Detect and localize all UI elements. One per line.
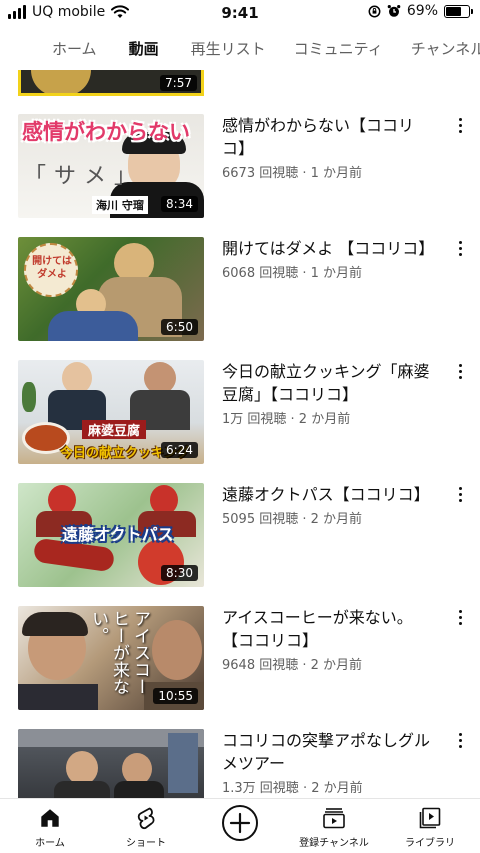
alarm-icon <box>387 5 401 17</box>
video-title[interactable]: 今日の献立クッキング「麻婆豆腐」【ココリコ】 <box>222 360 432 406</box>
thumbnail-overlay-text: 開けては ダメよ <box>32 256 72 280</box>
video-title[interactable]: 感情がわからない【ココリコ】 <box>222 114 432 160</box>
tab-home[interactable]: ホーム <box>52 30 97 66</box>
nav-shorts[interactable]: ショート <box>98 805 194 849</box>
video-info: 遠藤オクトパス【ココリコ】 5095 回視聴 · 2 か月前 <box>222 483 432 527</box>
tab-playlists[interactable]: 再生リスト <box>191 30 266 66</box>
duration-badge: 7:57 <box>160 75 197 91</box>
video-meta: 6068 回視聴 · 1 か月前 <box>222 266 363 281</box>
video-thumbnail-partial[interactable]: 7:57 <box>18 70 204 96</box>
tab-channels[interactable]: チャンネル <box>411 30 480 66</box>
battery-percent: 69% <box>406 3 438 19</box>
nav-library-label: ライブラリ <box>405 838 455 849</box>
video-info: 開けてはダメよ 【ココリコ】 6068 回視聴 · 1 か月前 <box>222 237 434 281</box>
video-thumbnail[interactable] <box>18 729 204 798</box>
video-title[interactable]: ココリコの突撃アポなしグルメツアー <box>222 729 432 775</box>
orientation-lock-icon <box>368 5 381 17</box>
battery-icon <box>444 4 473 18</box>
video-item[interactable]: 遠藤オクトパス 8:30 遠藤オクトパス【ココリコ】 5095 回視聴 · 2 … <box>0 483 480 589</box>
status-right: 69% <box>368 3 473 19</box>
more-options-icon[interactable] <box>452 610 468 630</box>
thumbnail-overlay-text: 麻婆豆腐 <box>82 420 147 439</box>
nav-subscriptions[interactable]: 登録チャンネル <box>286 805 382 849</box>
tab-community[interactable]: コミュニティ <box>294 30 383 66</box>
video-item[interactable]: アイスコーヒーが来ない。 10:55 アイスコーヒーが来ない。【ココリコ】 96… <box>0 606 480 712</box>
duration-badge: 10:55 <box>153 688 198 704</box>
nav-subscriptions-label: 登録チャンネル <box>299 838 369 849</box>
video-item[interactable]: 麻婆豆腐 今日の献立クッキング 6:24 今日の献立クッキング「麻婆豆腐」【ココ… <box>0 360 480 466</box>
bottom-navigation: ホーム ショート 登録チャンネル ライブラリ <box>0 798 480 853</box>
nav-home-label: ホーム <box>35 838 65 849</box>
library-icon <box>419 807 441 829</box>
video-meta: 1.3万 回視聴 · 2 か月前 <box>222 781 363 796</box>
nav-create[interactable] <box>192 803 288 846</box>
video-info: ココリコの突撃アポなしグルメツアー 1.3万 回視聴 · 2 か月前 <box>222 729 432 796</box>
thumbnail-overlay-text: 遠藤オクトパス <box>62 525 174 544</box>
video-meta: 5095 回視聴 · 2 か月前 <box>222 512 363 527</box>
duration-badge: 6:24 <box>161 442 198 458</box>
more-options-icon[interactable] <box>452 487 468 507</box>
video-thumbnail[interactable]: 遠藤オクトパス 8:30 <box>18 483 204 587</box>
more-options-icon[interactable] <box>452 241 468 261</box>
shorts-icon <box>137 807 155 829</box>
thumbnail-overlay-text: アイスコーヒーが来ない。 <box>88 610 150 695</box>
nav-home[interactable]: ホーム <box>2 805 98 849</box>
video-thumbnail[interactable]: 開けては ダメよ 6:50 <box>18 237 204 341</box>
more-options-icon[interactable] <box>452 733 468 753</box>
video-title[interactable]: 開けてはダメよ 【ココリコ】 <box>222 237 434 260</box>
duration-badge: 8:30 <box>161 565 198 581</box>
duration-badge: 6:50 <box>161 319 198 335</box>
video-title[interactable]: 遠藤オクトパス【ココリコ】 <box>222 483 432 506</box>
video-info: 今日の献立クッキング「麻婆豆腐」【ココリコ】 1万 回視聴 · 2 か月前 <box>222 360 432 427</box>
video-meta: 9648 回視聴 · 2 か月前 <box>222 658 363 673</box>
home-icon <box>41 809 59 827</box>
video-thumbnail[interactable]: 「サメ」 感情がわからない 海川 守瑠 8:34 <box>18 114 204 218</box>
video-item[interactable]: 「サメ」 感情がわからない 海川 守瑠 8:34 感情がわからない【ココリコ】 … <box>0 114 480 220</box>
video-list: 7:57 「サメ」 感情がわからない 海川 守瑠 8:34 感情がわからない【コ… <box>0 70 480 798</box>
video-info: 感情がわからない【ココリコ】 6673 回視聴 · 1 か月前 <box>222 114 432 181</box>
video-item[interactable]: ココリコの突撃アポなしグルメツアー 1.3万 回視聴 · 2 か月前 <box>0 729 480 798</box>
video-item[interactable]: 開けては ダメよ 6:50 開けてはダメよ 【ココリコ】 6068 回視聴 · … <box>0 237 480 343</box>
status-bar: UQ mobile 9:41 69% <box>0 0 480 26</box>
tab-videos[interactable]: 動画 <box>129 30 159 66</box>
video-info: アイスコーヒーが来ない。【ココリコ】 9648 回視聴 · 2 か月前 <box>222 606 432 673</box>
more-options-icon[interactable] <box>452 364 468 384</box>
video-thumbnail[interactable]: 麻婆豆腐 今日の献立クッキング 6:24 <box>18 360 204 464</box>
more-options-icon[interactable] <box>452 118 468 138</box>
duration-badge: 8:34 <box>161 196 198 212</box>
subscriptions-icon <box>323 808 345 829</box>
video-meta: 1万 回視聴 · 2 か月前 <box>222 412 351 427</box>
thumbnail-caption: 海川 守瑠 <box>92 196 148 214</box>
channel-tabs: ホーム 動画 再生リスト コミュニティ チャンネル <box>0 30 480 66</box>
video-thumbnail[interactable]: アイスコーヒーが来ない。 10:55 <box>18 606 204 710</box>
nav-library[interactable]: ライブラリ <box>382 805 478 849</box>
nav-shorts-label: ショート <box>126 838 166 849</box>
thumbnail-overlay-text: 感情がわからない <box>22 120 190 144</box>
video-meta: 6673 回視聴 · 1 か月前 <box>222 166 363 181</box>
create-icon <box>222 805 258 841</box>
video-title[interactable]: アイスコーヒーが来ない。【ココリコ】 <box>222 606 432 652</box>
